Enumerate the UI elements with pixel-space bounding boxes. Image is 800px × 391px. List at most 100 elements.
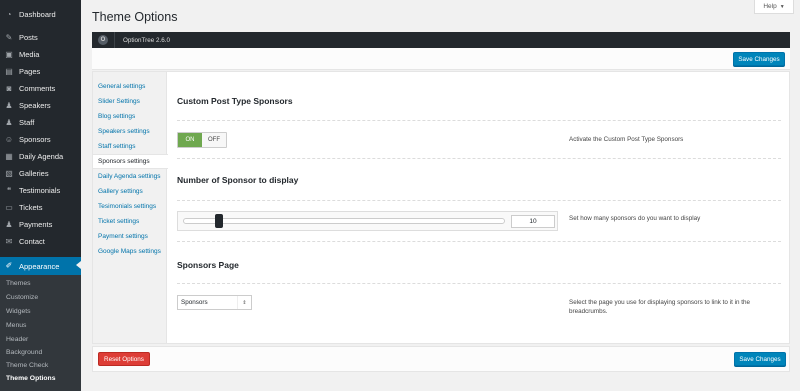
sidebar-item-label: Daily Agenda: [19, 152, 64, 161]
slider-handle[interactable]: [215, 214, 223, 228]
settings-tabs: General settings Slider Settings Blog se…: [93, 72, 168, 343]
sidebar-item-galleries[interactable]: ▧ Galleries: [0, 165, 81, 182]
ticket-icon: ▭: [5, 202, 13, 212]
sidebar-item-label: Tickets: [19, 203, 43, 212]
tab-google-maps-settings[interactable]: Google Maps settings: [93, 244, 167, 259]
submenu-item-header[interactable]: Header: [6, 336, 28, 343]
select-value: Sponsors: [181, 299, 208, 306]
sidebar-item-testimonials[interactable]: ❝ Testimonials: [0, 182, 81, 199]
cpt-sponsors-toggle[interactable]: ON OFF: [177, 132, 227, 148]
sidebar-item-comments[interactable]: ◙ Comments: [0, 80, 81, 97]
sidebar-item-sponsors[interactable]: ☺ Sponsors: [0, 131, 81, 148]
speakers-icon: ♟: [5, 100, 13, 110]
sidebar-item-label: Posts: [19, 33, 38, 42]
select-arrows-icon: ⇕: [237, 296, 251, 309]
submenu-item-themes[interactable]: Themes: [6, 280, 31, 287]
reset-options-button[interactable]: Reset Options: [98, 352, 150, 366]
sidebar-item-daily-agenda[interactable]: ▦ Daily Agenda: [0, 148, 81, 165]
paintbrush-icon: ✐: [5, 261, 13, 270]
sidebar-item-label: Speakers: [19, 101, 51, 110]
tab-ticket-settings[interactable]: Ticket settings: [93, 214, 167, 229]
sidebar-item-label: Dashboard: [19, 10, 56, 19]
sidebar-item-dashboard[interactable]: ◔ Dashboard: [0, 6, 81, 23]
submenu-item-theme-check[interactable]: Theme Check: [6, 362, 48, 369]
sidebar-item-label: Comments: [19, 84, 56, 93]
section-divider: [177, 120, 781, 121]
sidebar-item-label: Pages: [19, 67, 41, 76]
chevron-down-icon: ▼: [779, 3, 785, 10]
submenu-item-background[interactable]: Background: [6, 349, 42, 356]
sidebar-item-label: Appearance: [19, 261, 60, 271]
mail-icon: ✉: [5, 236, 13, 246]
gallery-icon: ▧: [5, 168, 13, 178]
options-panel: General settings Slider Settings Blog se…: [92, 71, 790, 344]
comment-icon: ◙: [6, 83, 12, 93]
section-title-sponsors-page: Sponsors Page: [177, 260, 239, 270]
tab-speakers-settings[interactable]: Speakers settings: [93, 124, 167, 139]
sponsor-count-slider-field: 10: [177, 211, 558, 231]
cpt-sponsors-description: Activate the Custom Post Type Sponsors: [569, 136, 684, 143]
tab-blog-settings[interactable]: Blog settings: [93, 109, 167, 124]
page-title: Theme Options: [92, 10, 178, 24]
appearance-submenu: Themes Customize Widgets Menus Header Ba…: [0, 275, 81, 391]
bottom-action-bar: Reset Options Save Changes: [92, 346, 790, 372]
sidebar-item-contact[interactable]: ✉ Contact: [0, 233, 81, 250]
optiontree-header: O OptionTree 2.6.0: [92, 32, 790, 48]
section-title-sponsor-count: Number of Sponsor to display: [177, 175, 299, 185]
page-icon: ▤: [5, 66, 13, 76]
sidebar-item-label: Testimonials: [19, 186, 61, 195]
staff-icon: ♟: [5, 117, 13, 127]
payments-icon: ♟: [5, 219, 13, 229]
tab-general-settings[interactable]: General settings: [93, 79, 167, 94]
save-changes-button-top[interactable]: Save Changes: [733, 52, 785, 66]
tab-sponsors-settings[interactable]: Sponsors settings: [93, 154, 168, 169]
section-divider: [177, 158, 781, 159]
testimonial-icon: ❝: [6, 185, 12, 195]
tab-gallery-settings[interactable]: Gallery settings: [93, 184, 167, 199]
tab-testimonials-settings[interactable]: Tesimonials settings: [93, 199, 167, 214]
sidebar-item-staff[interactable]: ♟ Staff: [0, 114, 81, 131]
sponsors-page-description: Select the page you use for displaying s…: [569, 299, 750, 315]
help-tab-button[interactable]: Help ▼: [754, 0, 794, 14]
sidebar-item-posts[interactable]: ✎ Posts: [0, 29, 81, 46]
pin-icon: ✎: [5, 32, 13, 42]
sidebar-item-label: Sponsors: [19, 135, 51, 144]
dashboard-icon: ◔: [6, 9, 12, 19]
sidebar-item-tickets[interactable]: ▭ Tickets: [0, 199, 81, 216]
save-changes-button-bottom[interactable]: Save Changes: [734, 352, 786, 366]
sponsor-count-input[interactable]: 10: [511, 215, 555, 228]
optiontree-logo-icon: O: [98, 35, 108, 45]
slider-track[interactable]: [183, 214, 505, 228]
submenu-item-theme-options[interactable]: Theme Options: [6, 375, 55, 382]
sidebar-item-pages[interactable]: ▤ Pages: [0, 63, 81, 80]
sponsors-page-select[interactable]: Sponsors ⇕: [177, 295, 252, 310]
calendar-icon: ▦: [5, 151, 13, 161]
tab-slider-settings[interactable]: Slider Settings: [93, 94, 167, 109]
submenu-item-menus[interactable]: Menus: [6, 322, 26, 329]
sidebar-item-appearance[interactable]: ✐ Appearance: [0, 257, 81, 275]
tab-daily-agenda-settings[interactable]: Daily Agenda settings: [93, 169, 167, 184]
sidebar-item-media[interactable]: ▣ Media: [0, 46, 81, 63]
tab-staff-settings[interactable]: Staff settings: [93, 139, 167, 154]
section-divider: [177, 200, 781, 201]
sidebar-item-label: Contact: [19, 237, 45, 246]
sidebar-item-label: Galleries: [19, 169, 49, 178]
help-label: Help: [763, 3, 777, 10]
section-divider: [177, 241, 781, 242]
optiontree-version: OptionTree 2.6.0: [123, 36, 171, 44]
media-icon: ▣: [5, 49, 13, 59]
sidebar-item-label: Payments: [19, 220, 53, 229]
submenu-item-customize[interactable]: Customize: [6, 294, 38, 301]
toggle-off-option[interactable]: OFF: [202, 133, 226, 147]
sidebar-item-label: Media: [19, 50, 40, 59]
tab-payment-settings[interactable]: Payment settings: [93, 229, 167, 244]
section-title-cpt-sponsors: Custom Post Type Sponsors: [177, 96, 293, 106]
sponsors-icon: ☺: [4, 134, 14, 144]
top-action-bar: Save Changes: [92, 48, 790, 70]
toggle-on-option[interactable]: ON: [178, 133, 202, 147]
admin-sidebar: ◔ Dashboard ✎ Posts ▣ Media ▤ Pages ◙ Co…: [0, 0, 81, 391]
sidebar-item-payments[interactable]: ♟ Payments: [0, 216, 81, 233]
submenu-item-widgets[interactable]: Widgets: [6, 308, 31, 315]
sidebar-item-speakers[interactable]: ♟ Speakers: [0, 97, 81, 114]
sidebar-item-label: Staff: [19, 118, 35, 127]
